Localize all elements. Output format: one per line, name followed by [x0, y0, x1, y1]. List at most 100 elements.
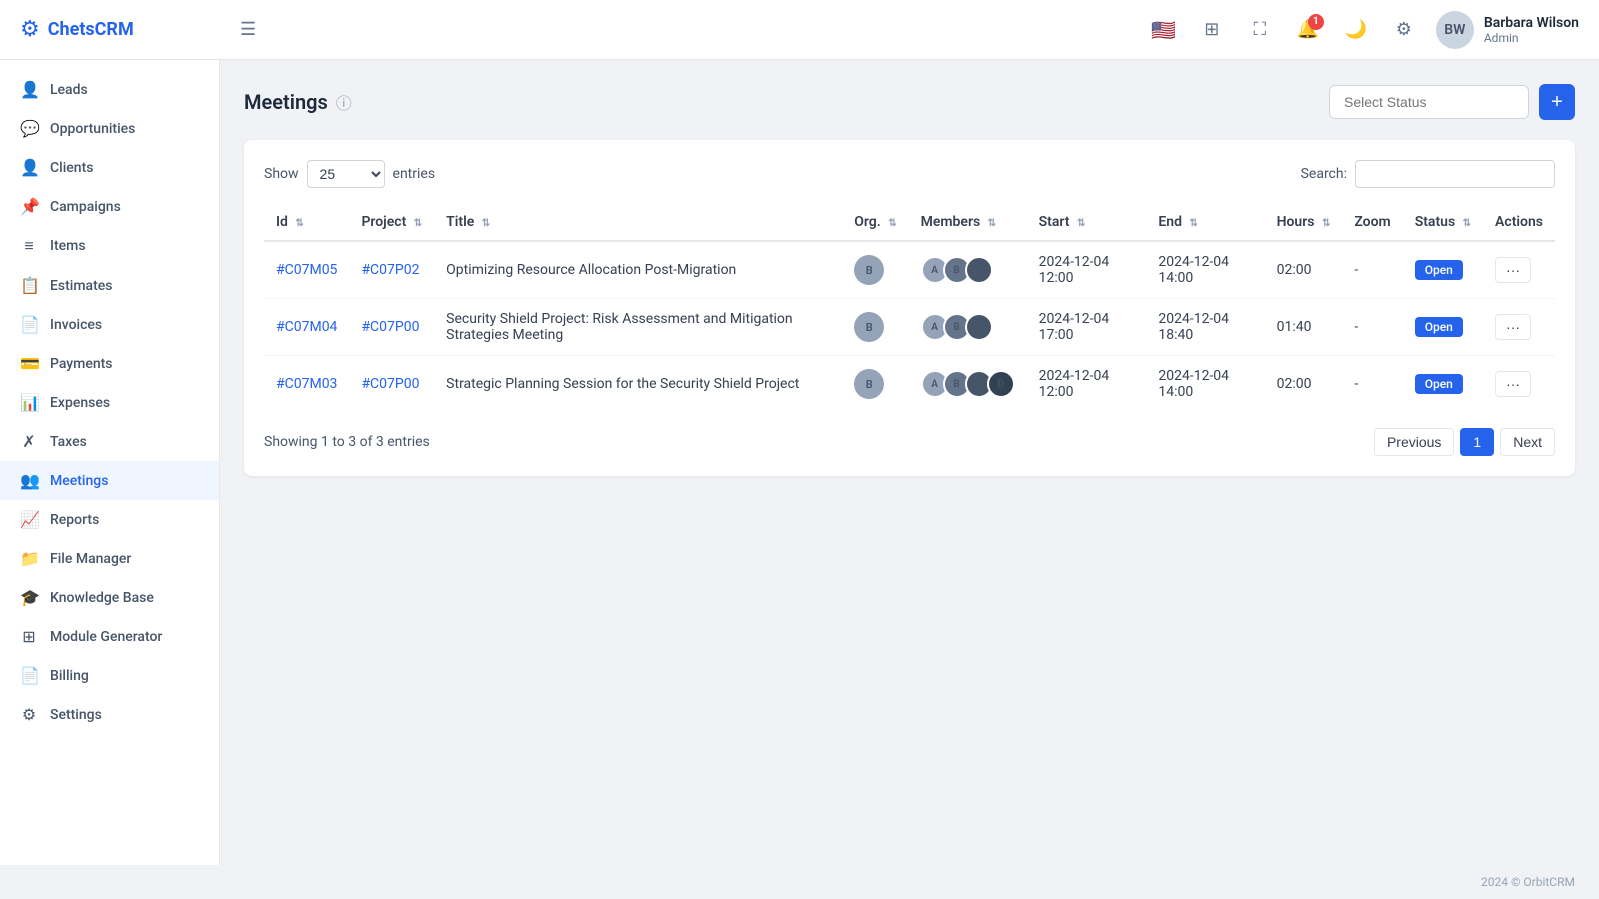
sidebar-item-leads[interactable]: 👤Leads [0, 70, 219, 109]
sidebar-label-reports: Reports [50, 512, 99, 528]
cell-project: #C07P00 [349, 356, 434, 413]
sidebar-item-settings[interactable]: ⚙ Settings [0, 695, 219, 734]
cell-org: B [842, 356, 908, 413]
avatar: BW [1436, 11, 1474, 49]
meetings-card: Show 10 25 50 100 entries Search: [244, 140, 1575, 476]
col-members[interactable]: Members ⇅ [909, 204, 1027, 241]
next-button[interactable]: Next [1500, 428, 1555, 456]
sidebar-item-module-generator[interactable]: ⊞Module Generator [0, 617, 219, 656]
sidebar-item-invoices[interactable]: 📄Invoices [0, 305, 219, 344]
user-info[interactable]: BW Barbara Wilson Admin [1436, 11, 1579, 49]
col-hours[interactable]: Hours ⇅ [1265, 204, 1343, 241]
sidebar-icon-expenses: 📊 [20, 393, 38, 412]
id-link[interactable]: #C07M03 [276, 376, 337, 392]
member-avatar: D [987, 370, 1015, 398]
col-end[interactable]: End ⇅ [1146, 204, 1264, 241]
notification-icon[interactable]: 🔔 1 [1292, 14, 1324, 46]
sidebar-item-clients[interactable]: 👤Clients [0, 148, 219, 187]
sidebar-icon-meetings: 👥 [20, 471, 38, 490]
sidebar-item-estimates[interactable]: 📋Estimates [0, 266, 219, 305]
member-avatar: C [965, 313, 993, 341]
cell-start: 2024-12-04 12:00 [1027, 241, 1147, 299]
settings-icon[interactable]: ⚙ [1388, 14, 1420, 46]
sidebar-label-items: Items [50, 238, 86, 254]
cell-zoom: - [1342, 356, 1402, 413]
col-id[interactable]: Id ⇅ [264, 204, 349, 241]
col-start[interactable]: Start ⇅ [1027, 204, 1147, 241]
project-link[interactable]: #C07P00 [361, 319, 419, 335]
cell-end: 2024-12-04 14:00 [1146, 356, 1264, 413]
sidebar-item-opportunities[interactable]: 💬Opportunities [0, 109, 219, 148]
id-link[interactable]: #C07M05 [276, 262, 337, 278]
sidebar-item-reports[interactable]: 📈 Reports [0, 500, 219, 539]
project-link[interactable]: #C07P02 [361, 262, 419, 278]
search-row: Search: [1301, 160, 1555, 188]
col-zoom: Zoom [1342, 204, 1402, 241]
cell-hours: 02:00 [1265, 356, 1343, 413]
pagination-row: Showing 1 to 3 of 3 entries Previous 1 N… [264, 428, 1555, 456]
logo: ⚙ ChetsCRM [20, 17, 240, 42]
fullscreen-icon[interactable]: ⛶ [1244, 14, 1276, 46]
cell-actions: ··· [1483, 241, 1555, 299]
sidebar-item-taxes[interactable]: ✗Taxes [0, 422, 219, 461]
cell-status: Open [1403, 299, 1483, 356]
member-avatars: ABCD [921, 370, 1015, 398]
sidebar-item-file-manager[interactable]: 📁File Manager [0, 539, 219, 578]
sidebar-icon-opportunities: 💬 [20, 119, 38, 138]
sidebar-item-knowledge-base[interactable]: 🎓Knowledge Base [0, 578, 219, 617]
org-avatar: B [854, 312, 884, 342]
footer-text: 2024 © OrbitCRM [1481, 875, 1575, 889]
col-org[interactable]: Org. ⇅ [842, 204, 908, 241]
sidebar-item-payments[interactable]: 💳Payments [0, 344, 219, 383]
show-entries: Show 10 25 50 100 entries [264, 160, 435, 188]
sidebar-item-billing[interactable]: 📄Billing [0, 656, 219, 695]
sidebar-item-expenses[interactable]: 📊 Expenses [0, 383, 219, 422]
info-icon[interactable]: ⓘ [336, 90, 352, 114]
sidebar-icon-payments: 💳 [20, 354, 38, 373]
cell-id: #C07M04 [264, 299, 349, 356]
sidebar-icon-settings: ⚙ [20, 705, 38, 724]
cell-members: ABC [909, 299, 1027, 356]
actions-button[interactable]: ··· [1495, 314, 1531, 340]
col-title[interactable]: Title ⇅ [434, 204, 842, 241]
col-project[interactable]: Project ⇅ [349, 204, 434, 241]
actions-button[interactable]: ··· [1495, 371, 1531, 397]
grid-icon[interactable]: ⊞ [1196, 14, 1228, 46]
sidebar-item-campaigns[interactable]: 📌Campaigns [0, 187, 219, 226]
cell-title: Security Shield Project: Risk Assessment… [434, 299, 842, 356]
cell-hours: 02:00 [1265, 241, 1343, 299]
status-badge: Open [1415, 317, 1463, 337]
flag-icon[interactable]: 🇺🇸 [1148, 14, 1180, 46]
sidebar-item-meetings[interactable]: 👥Meetings [0, 461, 219, 500]
search-input[interactable] [1355, 160, 1555, 188]
previous-button[interactable]: Previous [1374, 428, 1454, 456]
entries-label: entries [393, 166, 436, 182]
sidebar-item-items[interactable]: ≡Items [0, 226, 219, 266]
actions-button[interactable]: ··· [1495, 257, 1531, 283]
page-title: Meetings [244, 90, 328, 114]
layout: 👤Leads💬Opportunities👤Clients📌Campaigns≡I… [0, 60, 1599, 865]
entries-select[interactable]: 10 25 50 100 [307, 160, 385, 188]
table-row: #C07M04 #C07P00 Security Shield Project:… [264, 299, 1555, 356]
cell-members: ABC [909, 241, 1027, 299]
sidebar-icon-reports: 📈 [20, 510, 38, 529]
showing-text: Showing 1 to 3 of 3 entries [264, 434, 430, 450]
sidebar-label-billing: Billing [50, 668, 89, 684]
page-1-button[interactable]: 1 [1460, 428, 1494, 456]
status-select[interactable] [1329, 85, 1529, 119]
cell-actions: ··· [1483, 299, 1555, 356]
org-avatar: B [854, 255, 884, 285]
project-link[interactable]: #C07P00 [361, 376, 419, 392]
id-link[interactable]: #C07M04 [276, 319, 337, 335]
cell-start: 2024-12-04 12:00 [1027, 356, 1147, 413]
sidebar-label-settings: Settings [50, 707, 102, 723]
hamburger-icon[interactable]: ☰ [240, 19, 256, 40]
dark-mode-icon[interactable]: 🌙 [1340, 14, 1372, 46]
col-status[interactable]: Status ⇅ [1403, 204, 1483, 241]
sidebar-label-expenses: Expenses [50, 395, 110, 411]
cell-status: Open [1403, 241, 1483, 299]
sidebar-icon-knowledge-base: 🎓 [20, 588, 38, 607]
add-button[interactable]: + [1539, 84, 1575, 120]
member-avatars: ABC [921, 256, 1015, 284]
sidebar-icon-taxes: ✗ [20, 432, 38, 451]
